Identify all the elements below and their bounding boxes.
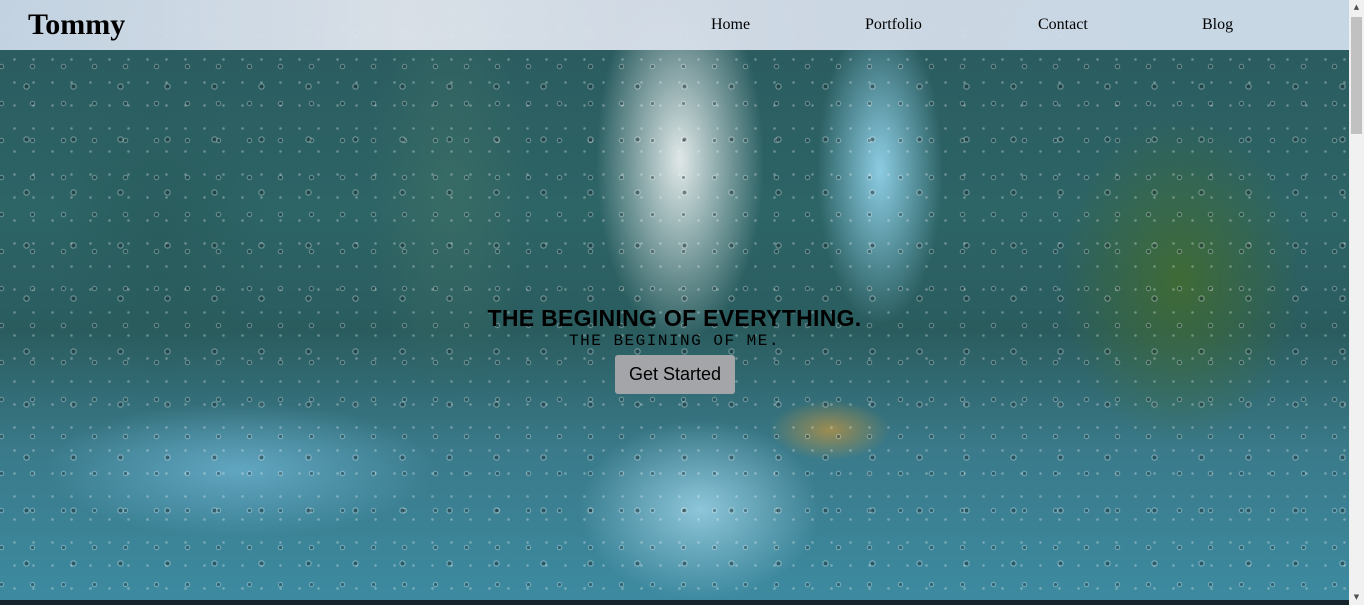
hero-text: THE BEGINING OF EVERYTHING. THE BEGINING…	[0, 305, 1349, 350]
chevron-up-icon[interactable]: ▲	[1349, 0, 1364, 15]
scrollbar-thumb[interactable]	[1351, 17, 1362, 134]
next-section-edge	[0, 600, 1349, 605]
get-started-button[interactable]: Get Started	[615, 355, 735, 394]
nav-portfolio[interactable]: Portfolio	[865, 15, 922, 35]
site-logo[interactable]: Tommy	[28, 7, 125, 43]
nav-home[interactable]: Home	[711, 15, 750, 35]
nav-contact[interactable]: Contact	[1038, 15, 1088, 35]
raindrops-overlay	[0, 0, 1349, 600]
hero-subline: THE BEGINING OF ME.	[569, 332, 780, 350]
top-navbar: Tommy Home Portfolio Contact Blog	[0, 0, 1349, 50]
nav-blog[interactable]: Blog	[1202, 15, 1233, 35]
vertical-scrollbar[interactable]: ▲ ▼	[1349, 0, 1364, 605]
page: Tommy Home Portfolio Contact Blog THE BE…	[0, 0, 1349, 605]
hero-headline: THE BEGINING OF EVERYTHING.	[487, 305, 862, 331]
chevron-down-icon[interactable]: ▼	[1349, 590, 1364, 605]
